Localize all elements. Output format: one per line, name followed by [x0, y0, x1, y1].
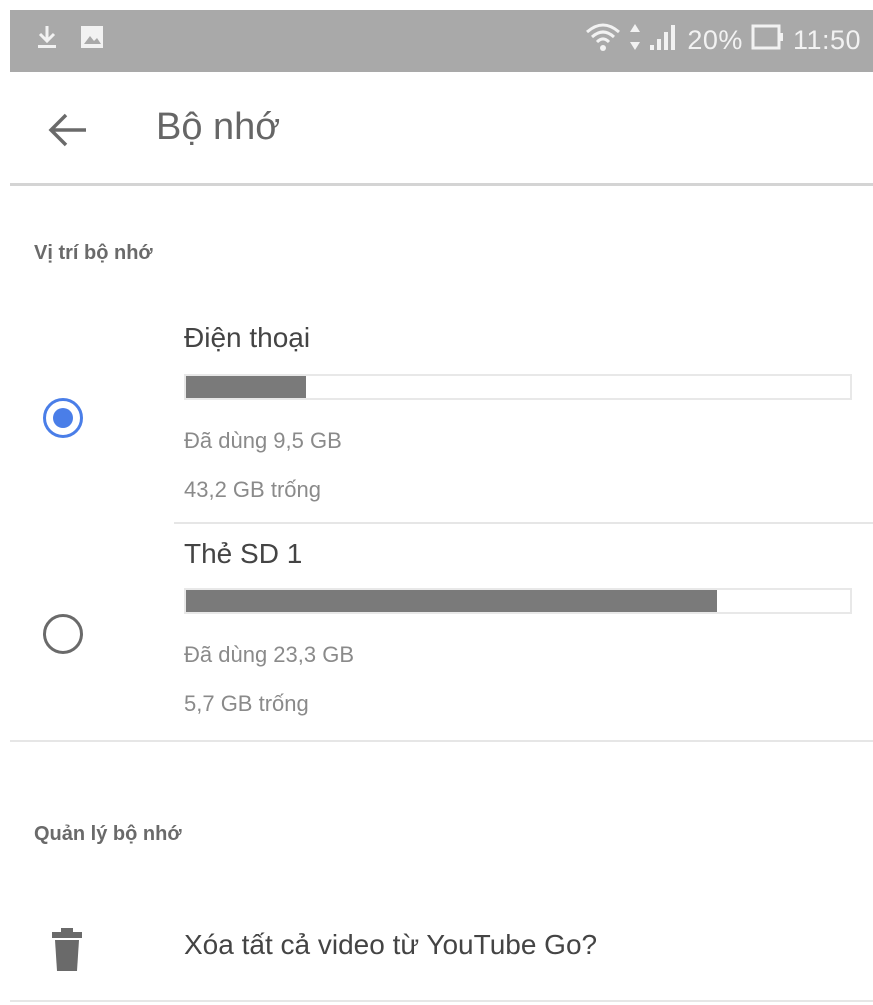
divider [10, 1000, 873, 1002]
download-icon [36, 24, 58, 50]
signal-icon [649, 23, 679, 58]
radio-phone[interactable] [43, 398, 83, 438]
storage-option-title: Thẻ SD 1 [184, 538, 303, 569]
delete-all-videos-item[interactable]: Xóa tất cả video từ YouTube Go? [10, 900, 873, 1000]
data-arrows-icon [629, 22, 641, 59]
usage-bar-fill [186, 590, 718, 612]
section-header-storage-management: Quản lý bộ nhớ [34, 823, 182, 845]
radio-sd-card[interactable] [43, 614, 83, 654]
app-bar: Bộ nhớ [10, 72, 873, 186]
page-title: Bộ nhớ [156, 106, 281, 148]
image-icon [80, 25, 104, 49]
trash-icon [50, 927, 84, 978]
back-arrow-icon[interactable] [46, 110, 90, 150]
divider [174, 522, 873, 524]
storage-option-phone[interactable]: Điện thoại Đã dùng 9,5 GB 43,2 GB trống [10, 320, 873, 520]
delete-all-videos-label: Xóa tất cả video từ YouTube Go? [184, 929, 598, 960]
usage-bar-sd-card [184, 588, 852, 614]
storage-used-text: Đã dùng 9,5 GB [184, 428, 342, 453]
section-header-storage-location: Vị trí bộ nhớ [34, 242, 153, 264]
storage-option-title: Điện thoại [184, 322, 311, 353]
battery-icon [751, 24, 785, 57]
wifi-icon [585, 22, 621, 59]
divider [10, 740, 873, 742]
storage-used-text: Đã dùng 23,3 GB [184, 642, 355, 667]
usage-bar-fill [186, 376, 306, 398]
storage-free-text: 5,7 GB trống [184, 691, 309, 716]
storage-option-sd-card[interactable]: Thẻ SD 1 Đã dùng 23,3 GB 5,7 GB trống [10, 534, 873, 734]
status-bar: 20% 11:50 [10, 10, 873, 72]
battery-percent: 20% [687, 25, 743, 55]
clock: 11:50 [792, 25, 861, 55]
usage-bar-phone [184, 374, 852, 400]
storage-free-text: 43,2 GB trống [184, 477, 321, 502]
